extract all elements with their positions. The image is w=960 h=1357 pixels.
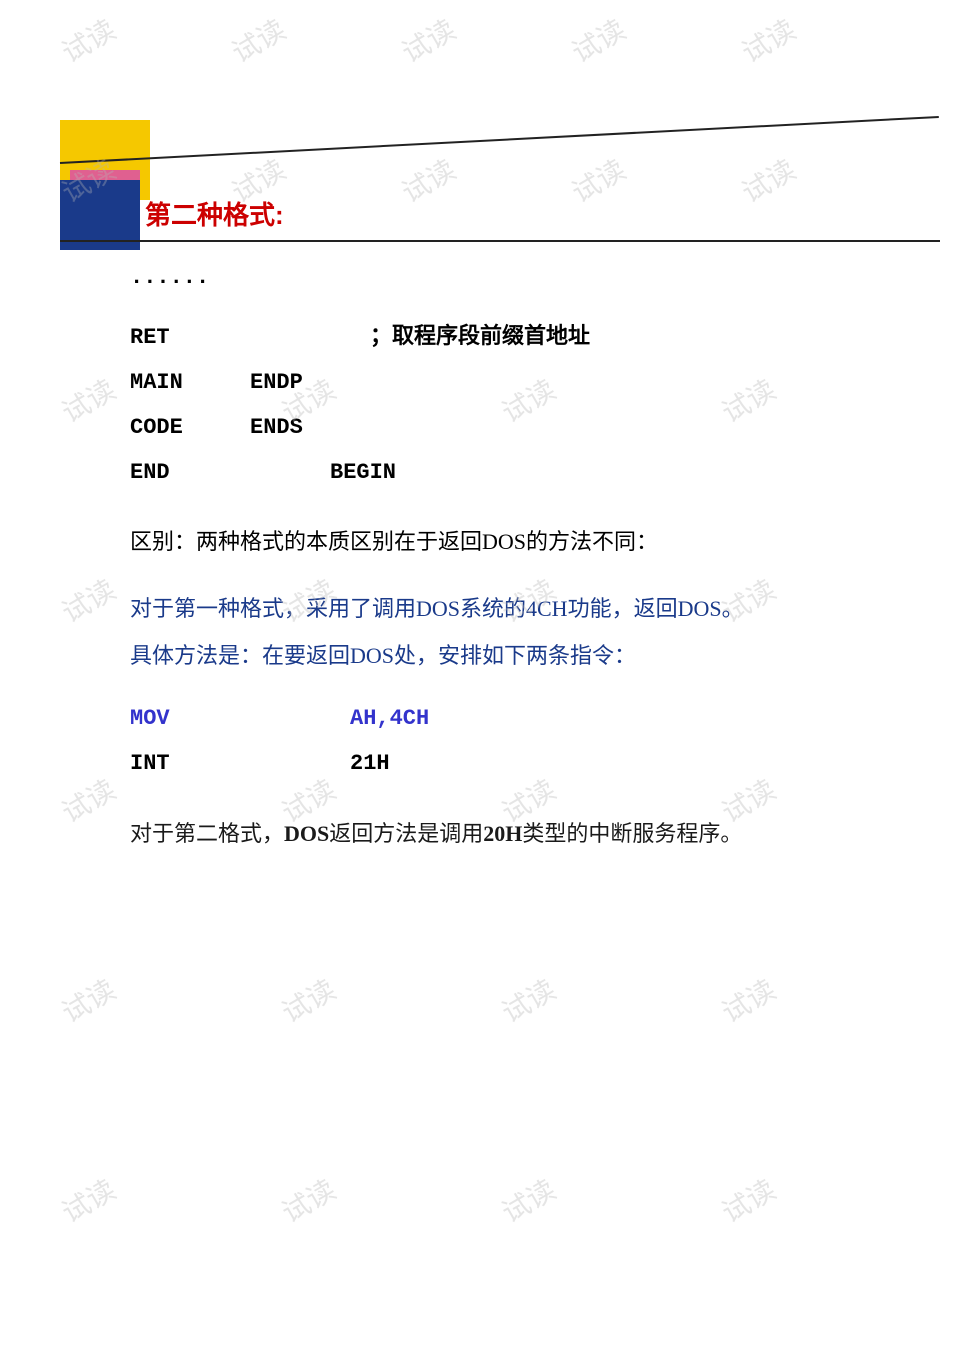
watermark-19: 试读	[54, 769, 123, 832]
mov-keyword: MOV	[130, 706, 250, 731]
ret-comment: ；取程序段前缀首地址	[370, 318, 590, 350]
watermark-9: 试读	[564, 149, 633, 212]
begin-keyword: BEGIN	[330, 460, 410, 485]
watermark-26: 试读	[714, 969, 783, 1032]
code-line-int: INT 21H	[130, 751, 910, 776]
dos-bold: DOS	[284, 821, 329, 846]
code-keyword: CODE	[130, 415, 250, 440]
watermark-25: 试读	[494, 969, 563, 1032]
first-format-line1: 对于第一种格式，采用了调用DOS系统的4CH功能，返回DOS。	[130, 592, 910, 625]
gap-2	[130, 572, 910, 592]
watermark-15: 试读	[54, 569, 123, 632]
second-format-line: 对于第二格式，DOS返回方法是调用20H类型的中断服务程序。	[130, 816, 910, 851]
ellipsis-text: ......	[130, 265, 910, 290]
main-content: ...... RET ；取程序段前缀首地址 MAIN ENDP CODE END…	[130, 265, 910, 865]
watermark-8: 试读	[394, 149, 463, 212]
watermark-1: 试读	[54, 9, 123, 72]
section-title: 第二种格式:	[145, 195, 284, 232]
end-keyword: END	[130, 460, 250, 485]
watermark-4: 试读	[564, 9, 633, 72]
gap-1	[130, 505, 910, 525]
watermark-3: 试读	[394, 9, 463, 72]
first-format-line2: 具体方法是：在要返回DOS处，安排如下两条指令：	[130, 639, 910, 672]
watermark-2: 试读	[224, 9, 293, 72]
code-line-main-endp: MAIN ENDP	[130, 370, 910, 395]
decorative-blocks	[60, 120, 220, 260]
ends-keyword: ENDS	[250, 415, 330, 440]
ret-keyword: RET	[130, 325, 250, 350]
gap-3	[130, 686, 910, 706]
watermark-24: 试读	[274, 969, 343, 1032]
code-line-end-begin: END BEGIN	[130, 460, 910, 485]
mov-operand: AH,4CH	[350, 706, 429, 731]
watermark-23: 试读	[54, 969, 123, 1032]
watermark-28: 试读	[274, 1169, 343, 1232]
code-line-ret: RET ；取程序段前缀首地址	[130, 318, 910, 350]
watermark-30: 试读	[714, 1169, 783, 1232]
gap-4	[130, 796, 910, 816]
watermark-29: 试读	[494, 1169, 563, 1232]
code-line-code-ends: CODE ENDS	[130, 415, 910, 440]
int-keyword: INT	[130, 751, 250, 776]
watermark-27: 试读	[54, 1169, 123, 1232]
int-operand: 21H	[350, 751, 390, 776]
distinction-line: 区别：两种格式的本质区别在于返回DOS的方法不同：	[130, 525, 910, 558]
watermark-10: 试读	[734, 149, 803, 212]
code-line-mov: MOV AH,4CH	[130, 706, 910, 731]
endp-keyword: ENDP	[250, 370, 330, 395]
20h-bold: 20H	[483, 821, 522, 846]
title-underline	[60, 240, 940, 242]
watermark-5: 试读	[734, 9, 803, 72]
main-keyword: MAIN	[130, 370, 250, 395]
watermark-11: 试读	[54, 369, 123, 432]
